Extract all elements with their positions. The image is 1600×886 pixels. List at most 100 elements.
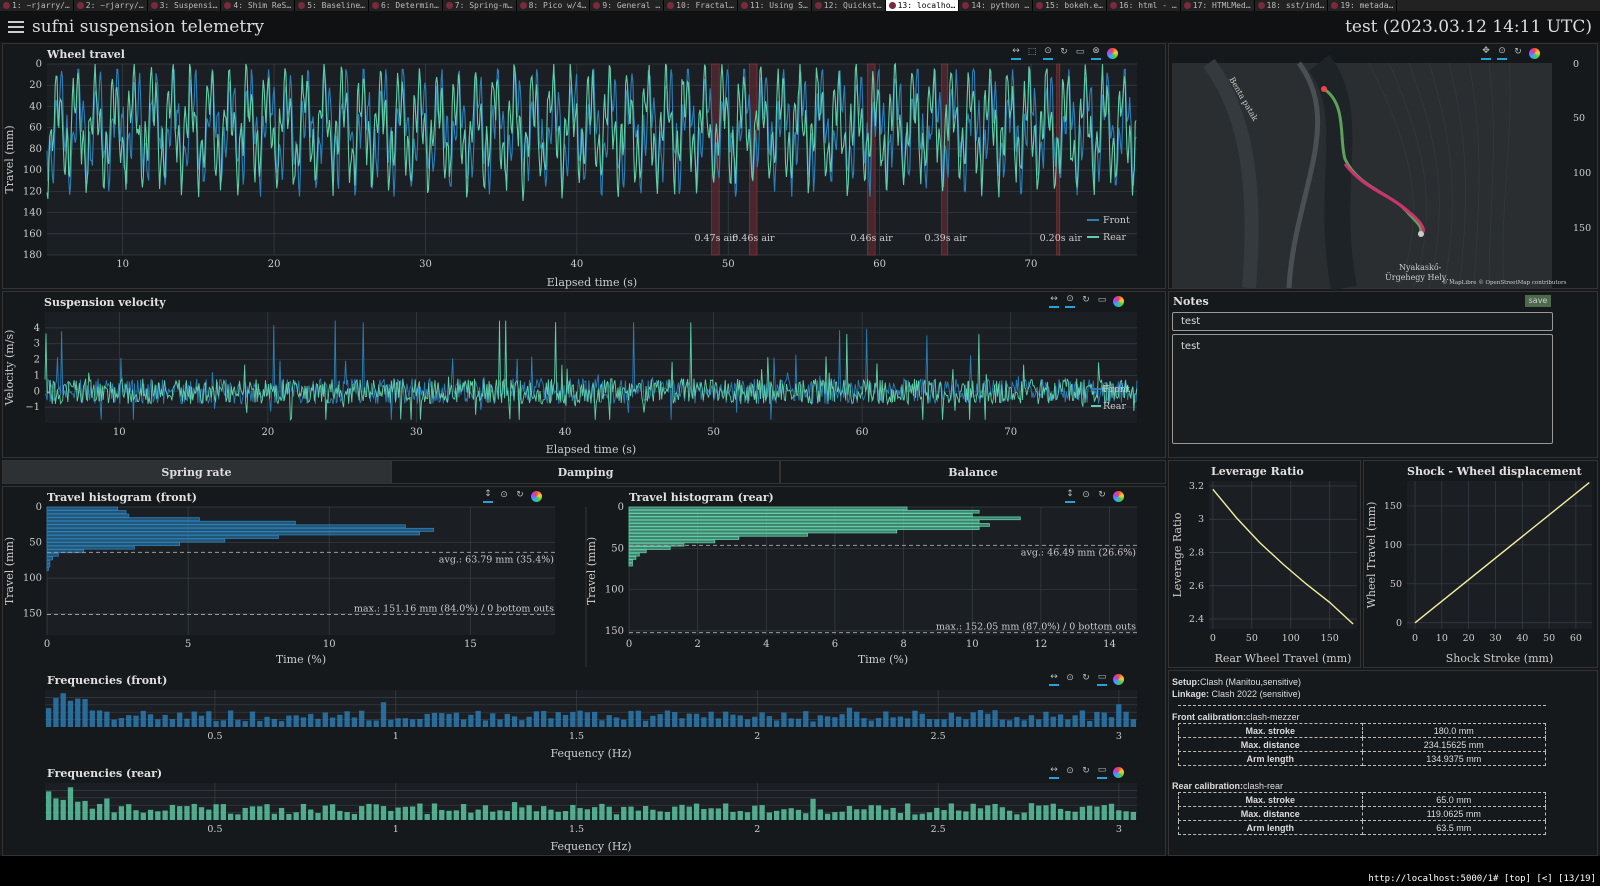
y-tick-label: 3	[1198, 514, 1204, 525]
y-tick-label: 0	[1396, 618, 1402, 629]
leverage-panel: Leverage Ratio 0 50 100 150 3.2 3 2.8 2.6 2.4 Rea…	[1168, 460, 1361, 668]
frequency-bar	[985, 713, 991, 727]
browser-tab[interactable]: 13: localho…	[885, 0, 960, 11]
frequency-bar	[519, 807, 525, 820]
browser-tab[interactable]: 19: metada…	[1328, 0, 1398, 11]
browser-tab[interactable]: 6: Determin…	[369, 0, 443, 11]
x-tick-label: 60	[856, 427, 869, 438]
leverage-chart[interactable]: 0 50 100 150 3.2 3 2.8 2.6 2.4 Rear Wheel Travel …	[1169, 461, 1362, 669]
browser-tab[interactable]: 3: Suspensi…	[148, 0, 222, 11]
session-title: test (2023.03.12 14:11 UTC)	[1345, 16, 1592, 37]
frequency-bar	[934, 807, 940, 820]
x-tick-label: 60	[1570, 633, 1582, 644]
save-button[interactable]: save	[1525, 295, 1551, 307]
browser-tab[interactable]: 4: Shim ReS…	[221, 0, 296, 11]
browser-tab[interactable]: 7: Spring-m…	[443, 0, 517, 11]
frequency-bar	[1108, 803, 1115, 820]
gps-track-map[interactable]: 050100150Benta patakNyakaskő-Ürgehegy He…	[1169, 44, 1599, 290]
notes-description-field[interactable]: test	[1172, 334, 1553, 444]
frequency-bar	[599, 803, 605, 820]
frequency-bar	[242, 807, 248, 820]
frequency-bar	[198, 715, 205, 727]
frequency-bar	[723, 711, 729, 727]
y-axis-label: Velocity (m/s)	[3, 330, 16, 407]
frequency-bar	[468, 714, 474, 727]
x-tick-label: 3	[1116, 731, 1122, 742]
frequency-bar	[344, 812, 350, 820]
frequency-bar	[104, 711, 110, 727]
track-end-marker	[1418, 231, 1424, 237]
shock-wheel-chart[interactable]: 0 10 20 30 40 50 60 150 100 50 0 Shock Stroke (mm) W…	[1364, 461, 1599, 669]
table-row: Max. distance 119.0625 mm	[1178, 806, 1546, 821]
tab-balance[interactable]: Balance	[780, 460, 1166, 484]
airtime-label: 0.20s air	[1040, 233, 1083, 244]
frequency-bar	[795, 718, 802, 727]
frequency-bar	[774, 720, 780, 727]
frequency-bar	[75, 698, 81, 727]
browser-tab[interactable]: 8: Pico w/4…	[517, 0, 591, 11]
browser-tab[interactable]: 12: Quickst…	[812, 0, 886, 11]
browser-tab[interactable]: 15: bokeh.e…	[1033, 0, 1107, 11]
histogram-bar	[46, 527, 435, 532]
browser-tab[interactable]: 9: General …	[590, 0, 665, 11]
browser-tab[interactable]: 18: sst/ind…	[1255, 0, 1329, 11]
y-tick-label: 50	[1390, 579, 1402, 590]
frequency-bar	[759, 805, 765, 820]
frequency-bar	[664, 710, 671, 727]
favicon-icon	[519, 2, 527, 9]
x-tick-label: 4	[763, 639, 769, 650]
browser-tab[interactable]: 16: html - …	[1107, 0, 1181, 11]
frequency-bar	[133, 715, 139, 727]
frequency-bar	[322, 712, 328, 727]
frequency-bar	[541, 806, 547, 820]
x-tick-label: 50	[707, 427, 720, 438]
favicon-icon	[667, 2, 675, 9]
frequency-bar	[155, 719, 161, 727]
frequency-bar	[875, 717, 882, 727]
frequency-bar	[941, 810, 947, 820]
browser-tab[interactable]: 14: python …	[959, 0, 1034, 11]
setup-info: Setup:Clash (Manitou,sensitive) Linkage:…	[1172, 676, 1552, 835]
histogram-bar	[46, 538, 226, 543]
x-tick-label: 30	[1489, 633, 1501, 644]
histogram-charts[interactable]: 0 5 10 15050100150Time (%)Travel (mm) avg.: …	[3, 487, 1167, 857]
tab-spring-rate[interactable]: Spring rate	[2, 460, 391, 484]
frequency-bar	[868, 720, 874, 727]
table-cell-key: Max. stroke	[1178, 723, 1363, 738]
hamburger-menu-icon[interactable]	[8, 20, 24, 33]
browser-tab[interactable]: 11: Using S…	[738, 0, 812, 11]
frequency-bar	[795, 809, 802, 820]
x-tick-label: 70	[1025, 259, 1038, 270]
frequency-bar	[293, 812, 299, 820]
frequency-bar	[941, 719, 947, 727]
avg-label: avg.: 63.79 mm (35.4%)	[439, 554, 554, 565]
browser-tab[interactable]: 10: Fractal…	[664, 0, 738, 11]
frequency-bar	[584, 809, 590, 820]
browser-tab[interactable]: 2: ~rjarry/…	[74, 0, 148, 11]
max-label: max.: 151.16 mm (84.0%) / 0 bottom outs	[354, 603, 554, 614]
notes-name-field[interactable]	[1172, 312, 1553, 331]
browser-tab[interactable]: 17: HTMLMed…	[1181, 0, 1255, 11]
frequency-bar	[1036, 805, 1042, 820]
max-label: max.: 152.05 mm (87.0%) / 0 bottom outs	[936, 622, 1136, 633]
frequency-bar	[541, 710, 547, 727]
velocity-chart[interactable]: 10 20 30 40 50 60 7043210−1Elapsed time (s)Vel…	[3, 292, 1167, 459]
tab-damping[interactable]: Damping	[391, 460, 780, 484]
frequency-bar	[133, 810, 139, 820]
frequency-bar	[715, 808, 722, 820]
frequency-bar	[271, 718, 277, 727]
x-tick-label: 5	[185, 639, 191, 650]
frequency-bar	[147, 714, 154, 727]
frequency-bar	[577, 710, 583, 727]
browser-tab[interactable]: 5: Baseline…	[295, 0, 369, 11]
histogram-bar	[628, 526, 980, 531]
frequency-bar	[410, 806, 416, 820]
wheel-travel-chart[interactable]: 10 20 30 40 50 60 70 0 20 40 60 80 100 120 140 160 180 El…	[3, 44, 1167, 290]
frequency-bar	[730, 714, 736, 727]
frequency-bar	[693, 803, 700, 820]
frequency-bar	[424, 713, 430, 727]
histogram-bar	[628, 562, 633, 567]
table-cell-value: 65.0 mm	[1361, 792, 1546, 807]
frequency-bar	[1006, 720, 1013, 727]
browser-tab[interactable]: 1: ~rjarry/…	[0, 0, 74, 11]
